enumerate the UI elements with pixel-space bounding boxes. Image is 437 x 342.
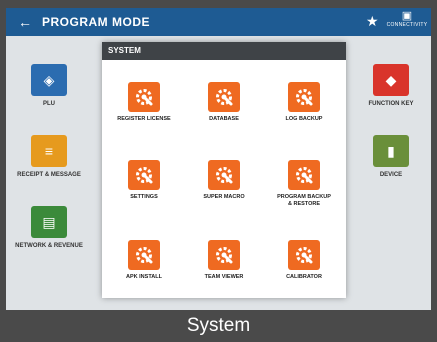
tile-label: FUNCTION KEY xyxy=(368,101,414,107)
connectivity-icon: ▣ xyxy=(401,10,413,22)
tile-label: NETWORK & REVENUE xyxy=(15,243,83,249)
connectivity-label: CONNECTIVITY xyxy=(386,22,428,28)
gear-wrench-icon xyxy=(128,160,160,190)
star-icon[interactable]: ★ xyxy=(366,13,379,30)
gear-wrench-icon xyxy=(288,240,320,270)
item-label: APK INSTALL xyxy=(126,274,162,280)
connectivity-button[interactable]: ▣ CONNECTIVITY xyxy=(386,11,428,29)
caption-bar: System xyxy=(0,310,437,342)
dialog-title: SYSTEM xyxy=(102,42,346,60)
gear-wrench-icon xyxy=(288,82,320,112)
log-backup-button[interactable]: LOG BACKUP xyxy=(264,82,344,123)
item-label: SETTINGS xyxy=(130,194,158,200)
database-button[interactable]: DATABASE xyxy=(184,82,264,123)
tag-icon: ◈ xyxy=(31,64,67,96)
item-label: LOG BACKUP xyxy=(285,116,323,122)
device-frame: ← PROGRAM MODE ★ ▣ CONNECTIVITY ◈ PLU ≡ … xyxy=(0,0,437,342)
gear-wrench-icon xyxy=(208,82,240,112)
tile-network-revenue[interactable]: ▤ NETWORK & REVENUE xyxy=(14,206,84,250)
tile-receipt-message[interactable]: ≡ RECEIPT & MESSAGE xyxy=(14,135,84,179)
system-dialog: SYSTEM REGISTER LICENSE DATABASE LOG BAC… xyxy=(102,42,346,298)
item-label: CALIBRATOR xyxy=(286,274,322,280)
item-label: DATABASE xyxy=(209,116,239,122)
top-bar: ← PROGRAM MODE ★ ▣ CONNECTIVITY xyxy=(6,8,431,36)
key-icon: ◆ xyxy=(373,64,409,96)
super-macro-button[interactable]: SUPER MACRO xyxy=(184,160,264,201)
settings-button[interactable]: SETTINGS xyxy=(104,160,184,201)
item-label: REGISTER LICENSE xyxy=(117,116,171,122)
tile-label: PLU xyxy=(43,101,55,107)
item-label: PROGRAM BACKUP & RESTORE xyxy=(277,194,331,207)
register-license-button[interactable]: REGISTER LICENSE xyxy=(104,82,184,123)
system-grid: REGISTER LICENSE DATABASE LOG BACKUP SET… xyxy=(102,60,346,298)
item-label: SUPER MACRO xyxy=(203,194,245,200)
back-arrow-icon[interactable]: ← xyxy=(18,14,32,30)
tile-label: RECEIPT & MESSAGE xyxy=(17,172,81,178)
gear-wrench-icon xyxy=(288,160,320,190)
tile-device[interactable]: ▮ DEVICE xyxy=(356,135,426,179)
item-label: TEAM VIEWER xyxy=(204,274,244,280)
calibrator-button[interactable]: CALIBRATOR xyxy=(264,240,344,281)
team-viewer-button[interactable]: TEAM VIEWER xyxy=(184,240,264,281)
tile-label: DEVICE xyxy=(379,172,403,178)
gear-wrench-icon xyxy=(208,160,240,190)
gear-wrench-icon xyxy=(128,82,160,112)
monitor-icon: ▤ xyxy=(31,206,67,238)
tile-plu[interactable]: ◈ PLU xyxy=(14,64,84,108)
app-screen: ← PROGRAM MODE ★ ▣ CONNECTIVITY ◈ PLU ≡ … xyxy=(6,8,431,310)
receipt-icon: ≡ xyxy=(31,135,67,167)
gear-wrench-icon xyxy=(128,240,160,270)
program-backup-restore-button[interactable]: PROGRAM BACKUP & RESTORE xyxy=(264,160,344,208)
tile-function-key[interactable]: ◆ FUNCTION KEY xyxy=(356,64,426,108)
gear-wrench-icon xyxy=(208,240,240,270)
page-title: PROGRAM MODE xyxy=(42,15,150,29)
apk-install-button[interactable]: APK INSTALL xyxy=(104,240,184,281)
device-icon: ▮ xyxy=(373,135,409,167)
